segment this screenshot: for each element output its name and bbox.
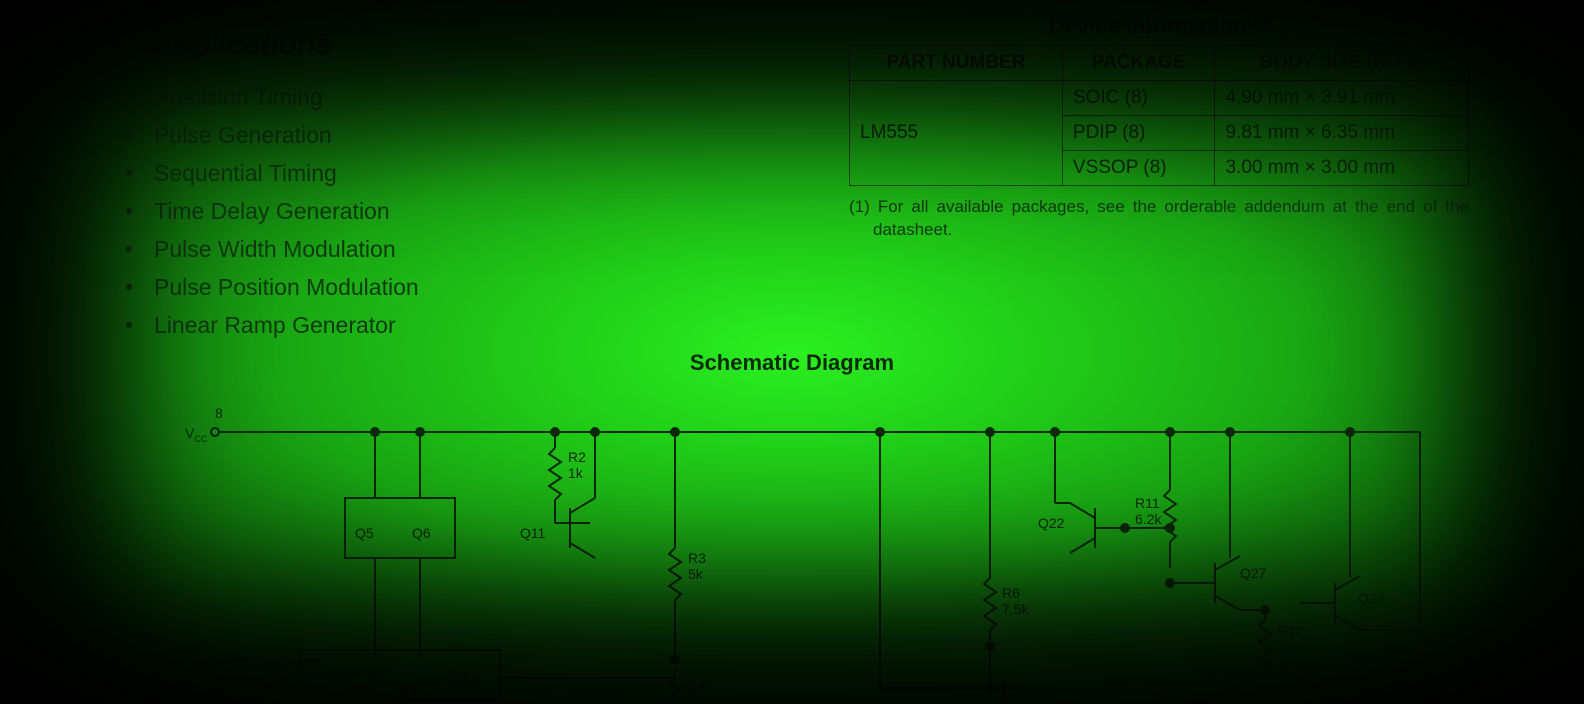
list-item: Pulse Position Modulation <box>120 268 1474 306</box>
list-item-label: Time Delay Generation <box>154 192 390 230</box>
svg-text:Q2: Q2 <box>352 682 371 698</box>
bullet-icon <box>126 94 132 100</box>
bullet-icon <box>126 322 132 328</box>
resistor-r2: R2 1k <box>549 432 586 523</box>
svg-text:Q3: Q3 <box>398 682 417 698</box>
transistor-q22: Q22 <box>1038 432 1125 553</box>
list-item-label: Linear Ramp Generator <box>154 306 396 344</box>
svg-text:Q4: Q4 <box>448 667 467 683</box>
svg-text:Q27: Q27 <box>1240 565 1267 581</box>
svg-text:6.2k: 6.2k <box>1135 511 1162 527</box>
resistor-r4: R4 5k <box>669 668 706 704</box>
transistor-q21: Q21 <box>990 676 1052 704</box>
device-info-footnote: (1) For all available packages, see the … <box>849 196 1469 242</box>
svg-text:Q11: Q11 <box>520 525 546 541</box>
svg-text:Q6: Q6 <box>412 525 431 541</box>
vcc-label: VCC <box>185 425 208 444</box>
list-item-label: Pulse Position Modulation <box>154 268 419 306</box>
svg-text:1(2/3 V: 1(2/3 V <box>170 691 216 704</box>
threshold-terminal-icon <box>211 657 219 665</box>
svg-text:6: 6 <box>205 637 213 653</box>
cell-part-number: LM555 <box>850 81 1063 186</box>
bullet-icon <box>126 284 132 290</box>
caption-note: (1) <box>1247 8 1269 29</box>
caption-text: Device Information <box>1049 13 1247 38</box>
cell-package: PDIP (8) <box>1062 116 1215 151</box>
svg-text:7.5k: 7.5k <box>1002 601 1029 617</box>
pin8-label: 8 <box>215 405 223 421</box>
resistor-r12: R12 3.9k <box>1259 608 1305 672</box>
bullet-icon <box>126 246 132 252</box>
svg-text:Q28: Q28 <box>1358 590 1385 606</box>
cell-package: SOIC (8) <box>1062 81 1215 116</box>
col-part-number: PART NUMBER <box>850 46 1063 81</box>
device-info-table: PART NUMBER PACKAGE BODY SIZE (NOM) LM55… <box>849 45 1469 186</box>
bullet-icon <box>126 208 132 214</box>
col-body-size: BODY SIZE (NOM) <box>1215 46 1469 81</box>
svg-text:Q21: Q21 <box>1025 685 1052 701</box>
svg-text:3.9k: 3.9k <box>1278 639 1305 655</box>
schematic-diagram-title: Schematic Diagram <box>0 350 1584 376</box>
section-title: Applications <box>152 28 332 61</box>
svg-text:Q1: Q1 <box>305 667 324 683</box>
svg-text:1k: 1k <box>568 465 584 481</box>
svg-text:Q22: Q22 <box>1038 515 1065 531</box>
svg-text:Q5: Q5 <box>355 525 374 541</box>
threshold-input: THRESHOLD 6 Q1 Q2 Q3 Q4 1(2/3 V <box>120 637 680 704</box>
list-item-label: Pulse Width Modulation <box>154 230 396 268</box>
list-item-label: Pulse Generation <box>154 116 332 154</box>
list-item: Linear Ramp Generator <box>120 306 1474 344</box>
svg-text:R6: R6 <box>1002 585 1020 601</box>
bullet-icon <box>126 132 132 138</box>
svg-text:R12: R12 <box>1278 623 1304 639</box>
vcc-terminal-icon <box>211 428 219 436</box>
svg-text:R11: R11 <box>1135 495 1160 511</box>
list-item-label: Sequential Timing <box>154 154 337 192</box>
transistor-q28: Q28 <box>1300 432 1420 630</box>
section-number: 2 <box>110 28 127 61</box>
schematic-diagram: VCC 8 R2 1k R11 6.2k <box>120 398 1460 704</box>
list-item-label: Precision Timing <box>154 78 323 116</box>
svg-text:5k: 5k <box>688 691 704 704</box>
svg-text:5k: 5k <box>688 566 704 582</box>
cell-body-size: 9.81 mm × 6.35 mm <box>1215 116 1469 151</box>
svg-text:R3: R3 <box>688 550 706 566</box>
device-information: Device Information(1) PART NUMBER PACKAG… <box>849 8 1469 242</box>
svg-text:THRESHOLD: THRESHOLD <box>120 655 210 671</box>
svg-text:R2: R2 <box>568 449 586 465</box>
resistor-r3: R3 5k <box>669 432 706 658</box>
cell-package: VSSOP (8) <box>1062 151 1215 186</box>
cell-body-size: 3.00 mm × 3.00 mm <box>1215 151 1469 186</box>
device-info-caption: Device Information(1) <box>849 8 1469 39</box>
table-row: LM555 SOIC (8) 4.90 mm × 3.91 mm <box>850 81 1469 116</box>
cell-body-size: 4.90 mm × 3.91 mm <box>1215 81 1469 116</box>
transistor-q5-q6: Q5 Q6 <box>345 427 455 658</box>
col-package: PACKAGE <box>1062 46 1215 81</box>
bullet-icon <box>126 170 132 176</box>
resistor-r11: R11 6.2k <box>1135 432 1176 568</box>
transistor-q27: Q27 <box>1165 432 1270 615</box>
